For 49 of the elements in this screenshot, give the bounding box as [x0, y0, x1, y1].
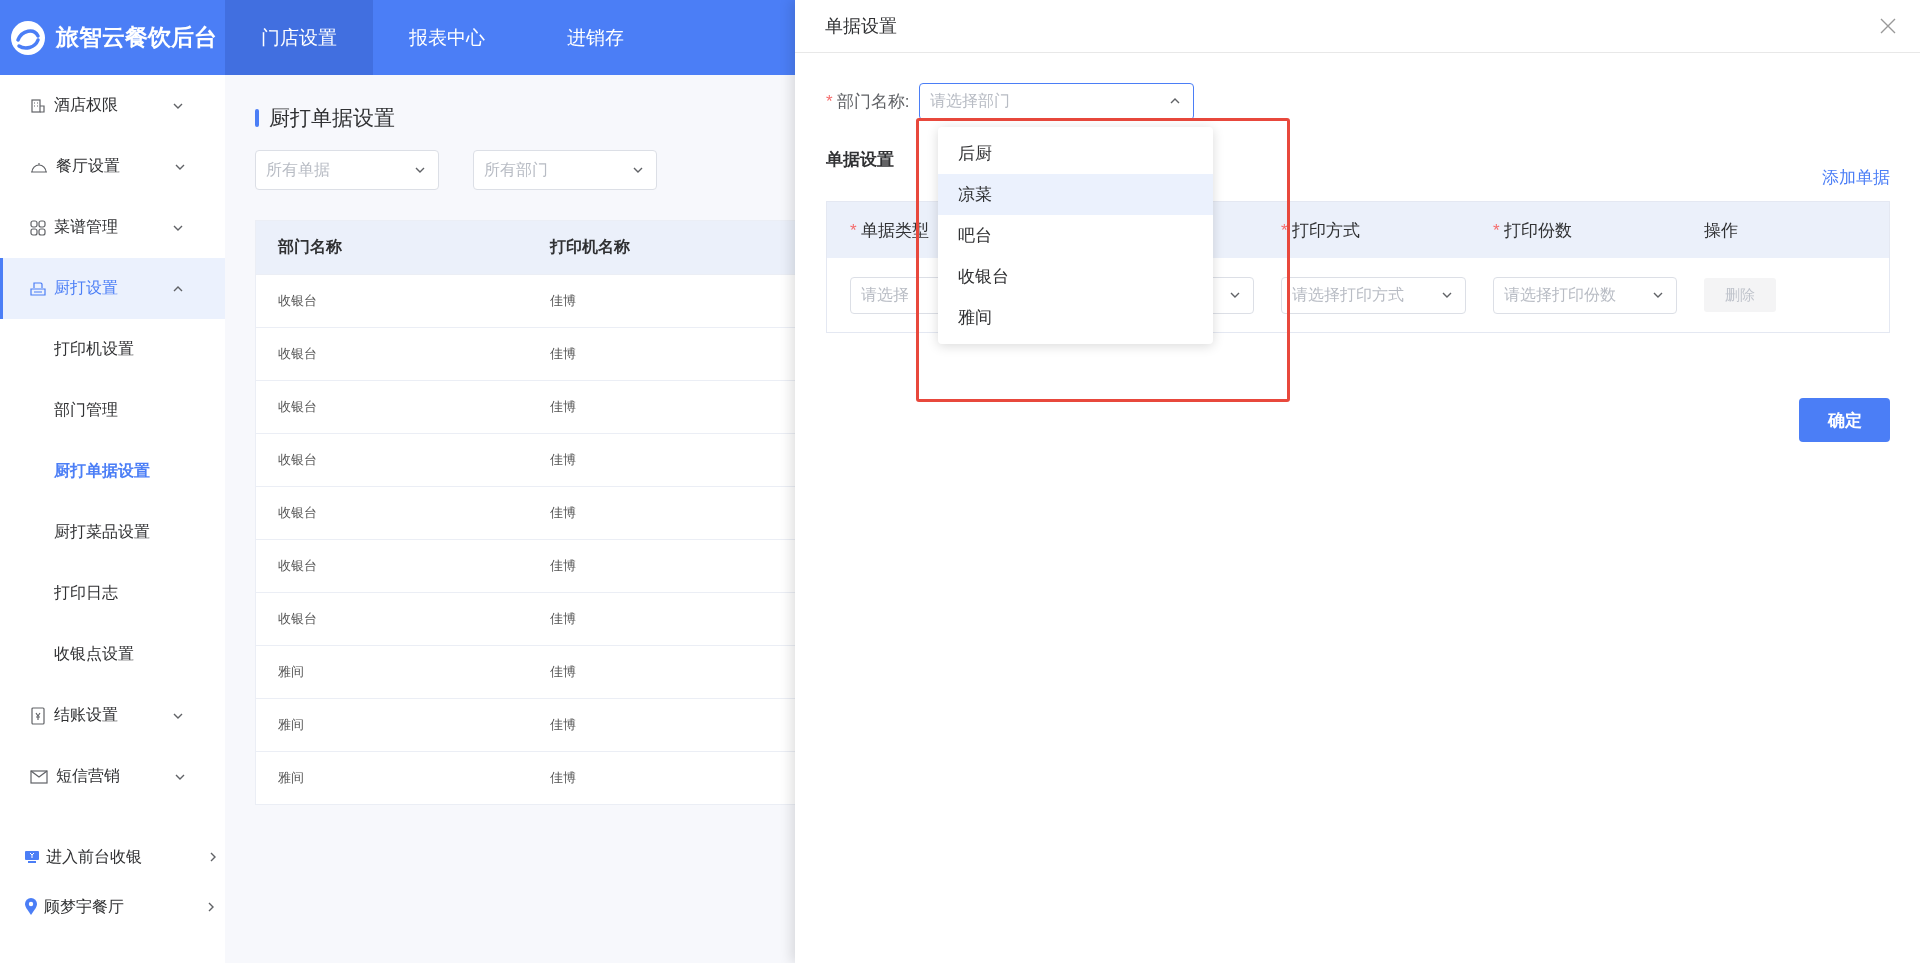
table-cell: 收银台 — [255, 539, 528, 593]
column-header: 部门名称 — [255, 220, 528, 275]
page-title: 厨打单据设置 — [269, 105, 395, 131]
table-cell: 雅间 — [255, 698, 528, 752]
logo-icon — [10, 19, 46, 56]
section-title: 单据设置 — [826, 149, 894, 171]
table-cell: 收银台 — [255, 327, 528, 381]
title-accent — [255, 109, 259, 127]
sidebar-item[interactable]: 餐厅设置 — [0, 136, 225, 197]
table-cell: 雅间 — [255, 751, 528, 805]
printer-icon — [30, 280, 46, 297]
dropdown-option[interactable]: 凉菜 — [938, 174, 1213, 215]
field-label: * 部门名称: — [826, 90, 910, 113]
column-header: * 打印份数 — [1493, 219, 1572, 242]
nav-tab[interactable]: 门店设置 — [225, 0, 373, 75]
building-icon — [30, 97, 46, 114]
table-cell: 收银台 — [255, 274, 528, 328]
confirm-button[interactable]: 确定 — [1799, 398, 1890, 442]
dropdown-option[interactable]: 后厨 — [938, 133, 1213, 174]
sidebar-item[interactable]: 菜谱管理 — [0, 197, 225, 258]
table-cell: 收银台 — [255, 380, 528, 434]
sidebar-subitem[interactable]: 收银点设置 — [0, 624, 225, 685]
monitor-icon — [24, 850, 40, 864]
close-icon[interactable] — [1880, 18, 1896, 34]
sidebar-item[interactable]: 酒店权限 — [0, 75, 225, 136]
sidebar-link[interactable]: 顾梦宇餐厅 — [0, 882, 225, 932]
column-header: * 打印方式 — [1281, 219, 1360, 242]
table-cell: 收银台 — [255, 592, 528, 646]
table-cell: 雅间 — [255, 645, 528, 699]
sidebar-subitem[interactable]: 厨打单据设置 — [0, 441, 225, 502]
sidebar-link[interactable]: 进入前台收银 — [0, 832, 225, 882]
mail-icon — [30, 769, 48, 784]
drawer-title: 单据设置 — [825, 15, 897, 38]
sidebar-subitem[interactable]: 打印日志 — [0, 563, 225, 624]
brand-title: 旅智云餐饮后台 — [56, 23, 217, 52]
column-header: 操作 — [1704, 219, 1738, 242]
add-link[interactable]: 添加单据 — [1822, 166, 1890, 189]
sidebar-item[interactable]: 短信营销 — [0, 746, 225, 807]
table-cell: 收银台 — [255, 486, 528, 540]
table-cell: 收银台 — [255, 433, 528, 487]
sidebar-item[interactable]: 结账设置 — [0, 685, 225, 746]
sidebar-subitem[interactable]: 打印机设置 — [0, 319, 225, 380]
receipt-icon — [30, 706, 46, 725]
sidebar-subitem[interactable]: 厨打菜品设置 — [0, 502, 225, 563]
nav-tab[interactable]: 报表中心 — [373, 0, 521, 75]
grid-icon — [30, 219, 46, 236]
sidebar-subitem[interactable]: 部门管理 — [0, 380, 225, 441]
nav-tab[interactable]: 进销存 — [521, 0, 669, 75]
location-pin-icon — [24, 898, 38, 916]
